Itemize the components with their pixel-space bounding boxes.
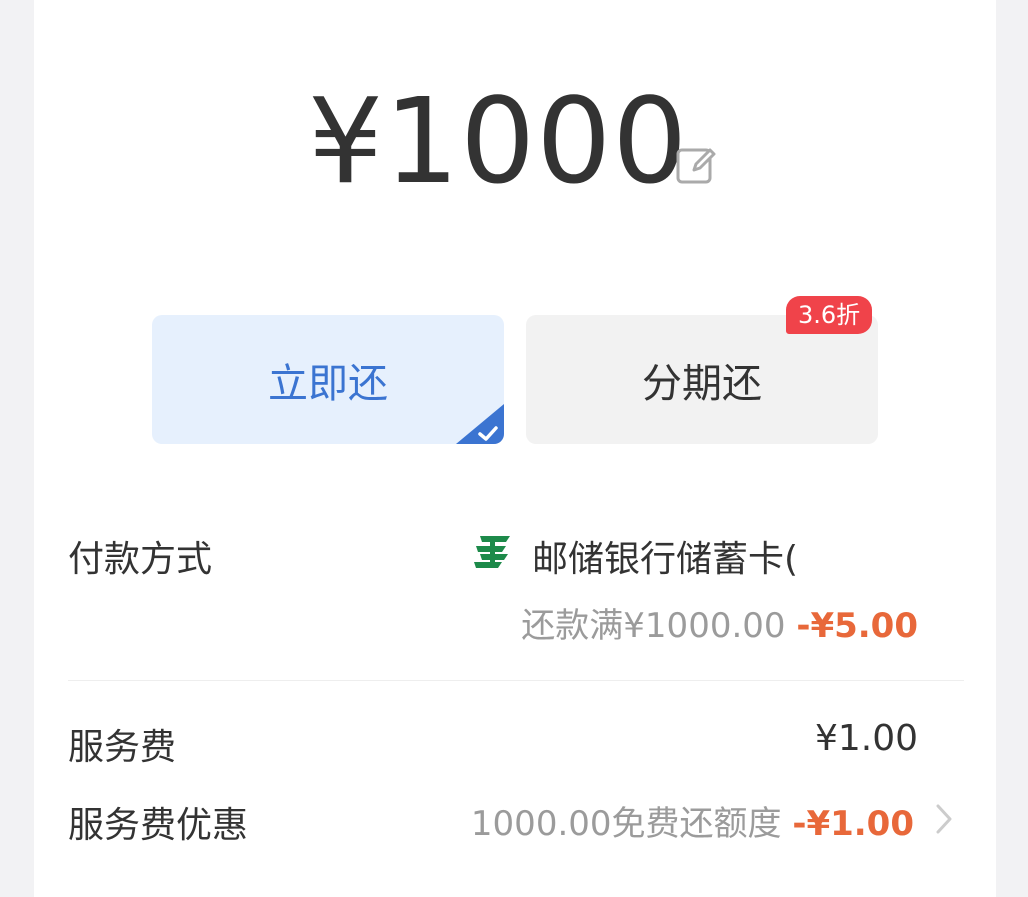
service-fee-value: ¥1.00 [814, 718, 918, 759]
service-fee-label: 服务费 [68, 727, 177, 768]
free-quota-text: 1000.00免费还额度 [470, 804, 782, 844]
payment-method-label: 付款方式 [68, 539, 213, 580]
service-fee-discount-row[interactable]: 1000.00免费还额度 -¥1.00 [471, 796, 914, 845]
pay-now-label: 立即还 [268, 360, 388, 407]
payment-promo-discount: -¥5.00 [796, 606, 918, 646]
chevron-right-icon[interactable] [934, 802, 954, 836]
service-fee-discount-value: -¥1.00 [792, 804, 914, 844]
psbc-bank-logo-icon [474, 536, 510, 568]
payment-promo: 还款满¥1000.00 -¥5.00 [521, 598, 918, 647]
divider [68, 680, 964, 681]
repayment-card: ¥1000 立即还 分期还 3.6折 付款方式 邮储银行储蓄卡( 还款满¥100… [34, 0, 996, 897]
bank-card-name[interactable]: 邮储银行储蓄卡( [532, 530, 798, 582]
check-icon [456, 404, 504, 444]
installment-label: 分期还 [642, 360, 762, 407]
payment-promo-text: 还款满¥1000.00 [521, 606, 786, 646]
installment-option[interactable]: 分期还 [526, 315, 878, 444]
installment-discount-badge: 3.6折 [786, 296, 873, 334]
edit-icon[interactable] [674, 142, 720, 188]
service-fee-discount-label: 服务费优惠 [68, 805, 249, 846]
repay-amount: ¥1000 [308, 72, 689, 210]
amount-section: ¥1000 [34, 60, 996, 210]
pay-now-option[interactable]: 立即还 [152, 315, 504, 444]
